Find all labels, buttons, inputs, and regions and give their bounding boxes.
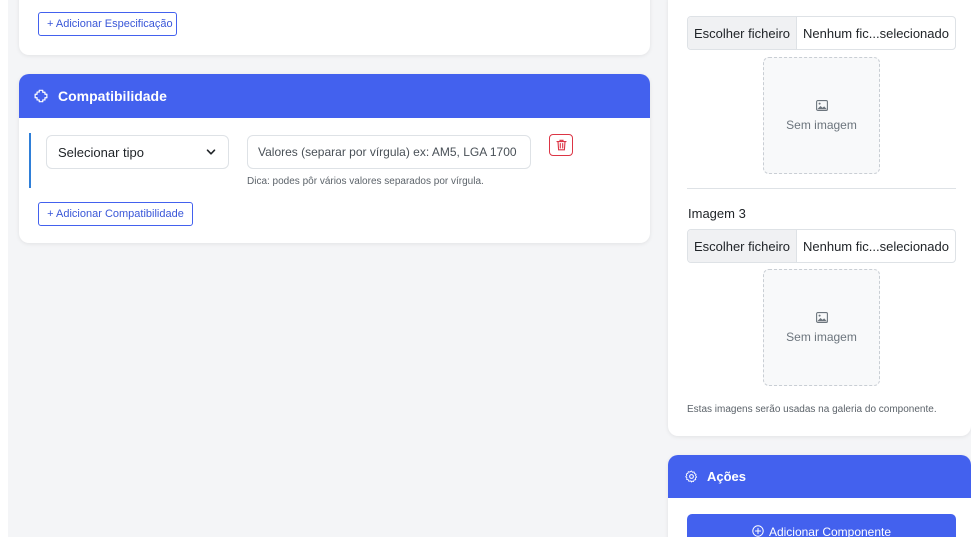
add-specification-button[interactable]: + Adicionar Especificação bbox=[38, 12, 177, 36]
image3-choose-file-button[interactable]: Escolher ficheiro bbox=[688, 230, 797, 262]
image3-preview: Sem imagem bbox=[763, 269, 880, 386]
page-edge bbox=[0, 0, 8, 537]
image2-placeholder-text: Sem imagem bbox=[786, 117, 857, 132]
remove-compatibility-button[interactable] bbox=[549, 134, 573, 156]
compatibility-type-selected: Selecionar tipo bbox=[58, 144, 144, 160]
image2-choose-file-button[interactable]: Escolher ficheiro bbox=[688, 17, 797, 49]
add-component-button[interactable]: Adicionar Componente bbox=[687, 514, 956, 537]
trash-icon bbox=[555, 139, 567, 151]
chevron-down-icon bbox=[206, 149, 216, 155]
add-compatibility-button[interactable]: + Adicionar Compatibilidade bbox=[38, 202, 193, 226]
image3-file-input[interactable]: Escolher ficheiro Nenhum fic...seleciona… bbox=[687, 229, 956, 263]
image-icon bbox=[815, 311, 828, 323]
page: + Adicionar Especificação Compatibilidad… bbox=[0, 0, 971, 537]
gallery-note: Estas imagens serão usadas na galeria do… bbox=[687, 404, 937, 415]
compatibility-row-accent bbox=[29, 133, 31, 188]
actions-header: Ações bbox=[668, 455, 971, 498]
compatibility-values-input[interactable] bbox=[247, 135, 531, 169]
actions-title: Ações bbox=[707, 469, 747, 484]
gear-icon bbox=[685, 470, 698, 483]
image3-label: Imagem 3 bbox=[688, 206, 746, 221]
image3-file-name: Nenhum fic...selecionado bbox=[803, 238, 949, 254]
image2-file-name: Nenhum fic...selecionado bbox=[803, 25, 949, 41]
add-component-label: Adicionar Componente bbox=[768, 525, 892, 537]
plus-circle-icon bbox=[752, 525, 764, 537]
compatibility-type-select[interactable]: Selecionar tipo bbox=[46, 135, 229, 169]
compatibility-title: Compatibilidade bbox=[58, 88, 167, 104]
image-divider bbox=[687, 188, 956, 189]
image-icon bbox=[815, 99, 828, 111]
image2-preview: Sem imagem bbox=[763, 57, 880, 174]
puzzle-icon bbox=[34, 89, 48, 103]
image3-placeholder-text: Sem imagem bbox=[786, 329, 857, 344]
image2-file-input[interactable]: Escolher ficheiro Nenhum fic...seleciona… bbox=[687, 16, 956, 50]
compatibility-header: Compatibilidade bbox=[19, 74, 650, 118]
compatibility-hint: Dica: podes pôr vários valores separados… bbox=[247, 176, 484, 187]
